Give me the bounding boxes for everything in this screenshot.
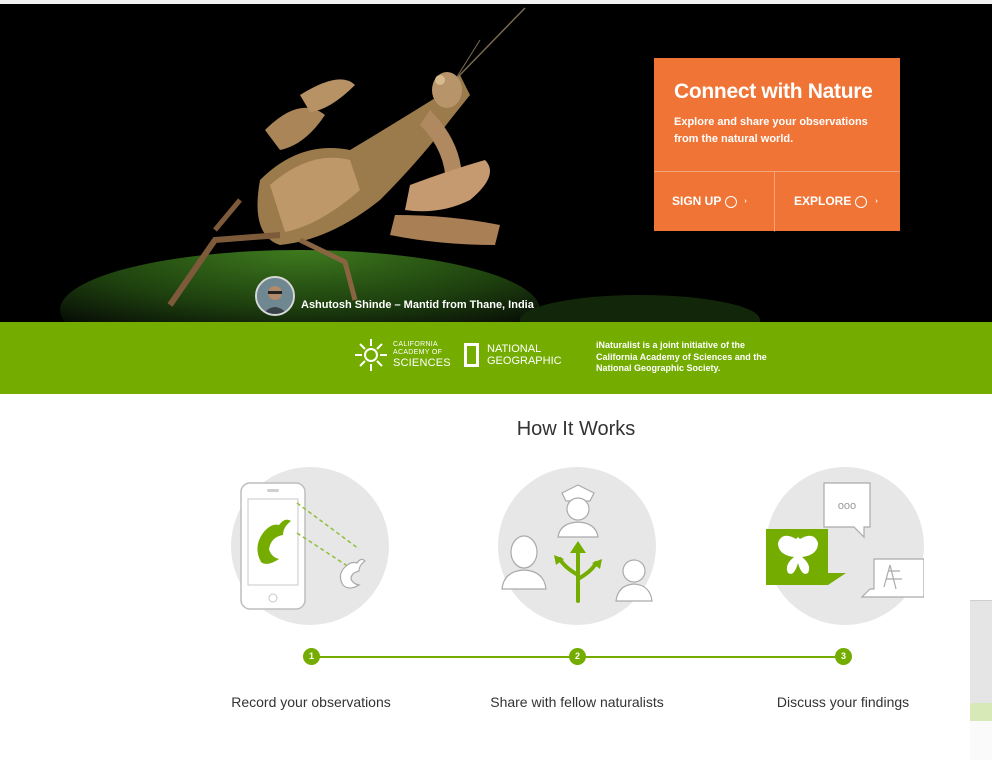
- cas-sun-logo-icon[interactable]: [353, 337, 389, 373]
- avatar[interactable]: [255, 276, 295, 316]
- record-illustration: [231, 467, 389, 625]
- cta-button-row: SIGN UP › EXPLORE ›: [654, 171, 900, 232]
- cta-title: Connect with Nature: [674, 80, 873, 103]
- explore-button[interactable]: EXPLORE ›: [775, 172, 900, 232]
- step-1-marker: 1: [303, 648, 320, 665]
- initiative-text: iNaturalist is a joint initiative of the…: [596, 340, 767, 373]
- arrow-right-icon: ›: [855, 195, 878, 208]
- avatar-image: [257, 278, 293, 314]
- side-widget-body: [970, 721, 992, 760]
- cas-line1: CALIFORNIA: [393, 341, 439, 348]
- connect-cta-panel: Connect with Nature Explore and share yo…: [654, 58, 900, 232]
- step-2-label: Share with fellow naturalists: [490, 694, 664, 710]
- step-3-marker: 3: [835, 648, 852, 665]
- side-widget-header: [970, 703, 992, 721]
- photo-credit-text[interactable]: Ashutosh Shinde – Mantid from Thane, Ind…: [301, 299, 534, 311]
- chat-butterfly-icon: ooo: [766, 482, 924, 598]
- step-1-label: Record your observations: [231, 694, 391, 710]
- ng-line2: GEOGRAPHIC: [487, 355, 562, 367]
- step-2-marker: 2: [569, 648, 586, 665]
- step-3-label: Discuss your findings: [776, 694, 910, 710]
- ng-line1: NATIONAL: [487, 343, 542, 355]
- sign-up-button[interactable]: SIGN UP ›: [654, 172, 775, 232]
- natgeo-frame-icon[interactable]: [464, 343, 479, 367]
- side-widget-panel[interactable]: [970, 600, 992, 760]
- arrow-right-icon: ›: [725, 195, 747, 208]
- phone-caterpillar-icon: [240, 482, 366, 610]
- cta-subtitle: Explore and share your observations from…: [674, 116, 868, 145]
- share-illustration: [498, 467, 656, 625]
- how-it-works-title: How It Works: [516, 418, 636, 440]
- hero-banner: Connect with Nature Explore and share yo…: [0, 0, 992, 322]
- svg-text:ooo: ooo: [838, 500, 856, 512]
- cas-line2: ACADEMY OF: [393, 349, 443, 356]
- cas-line3: SCIENCES: [393, 357, 451, 369]
- explore-label: EXPLORE: [794, 194, 852, 208]
- sign-up-label: SIGN UP: [672, 194, 722, 208]
- discuss-illustration: ooo: [766, 467, 924, 625]
- natgeo-logo-text[interactable]: NATIONAL GEOGRAPHIC: [487, 343, 562, 367]
- people-share-icon: [501, 484, 653, 603]
- cas-logo-text[interactable]: CALIFORNIA ACADEMY OF SCIENCES: [393, 341, 451, 369]
